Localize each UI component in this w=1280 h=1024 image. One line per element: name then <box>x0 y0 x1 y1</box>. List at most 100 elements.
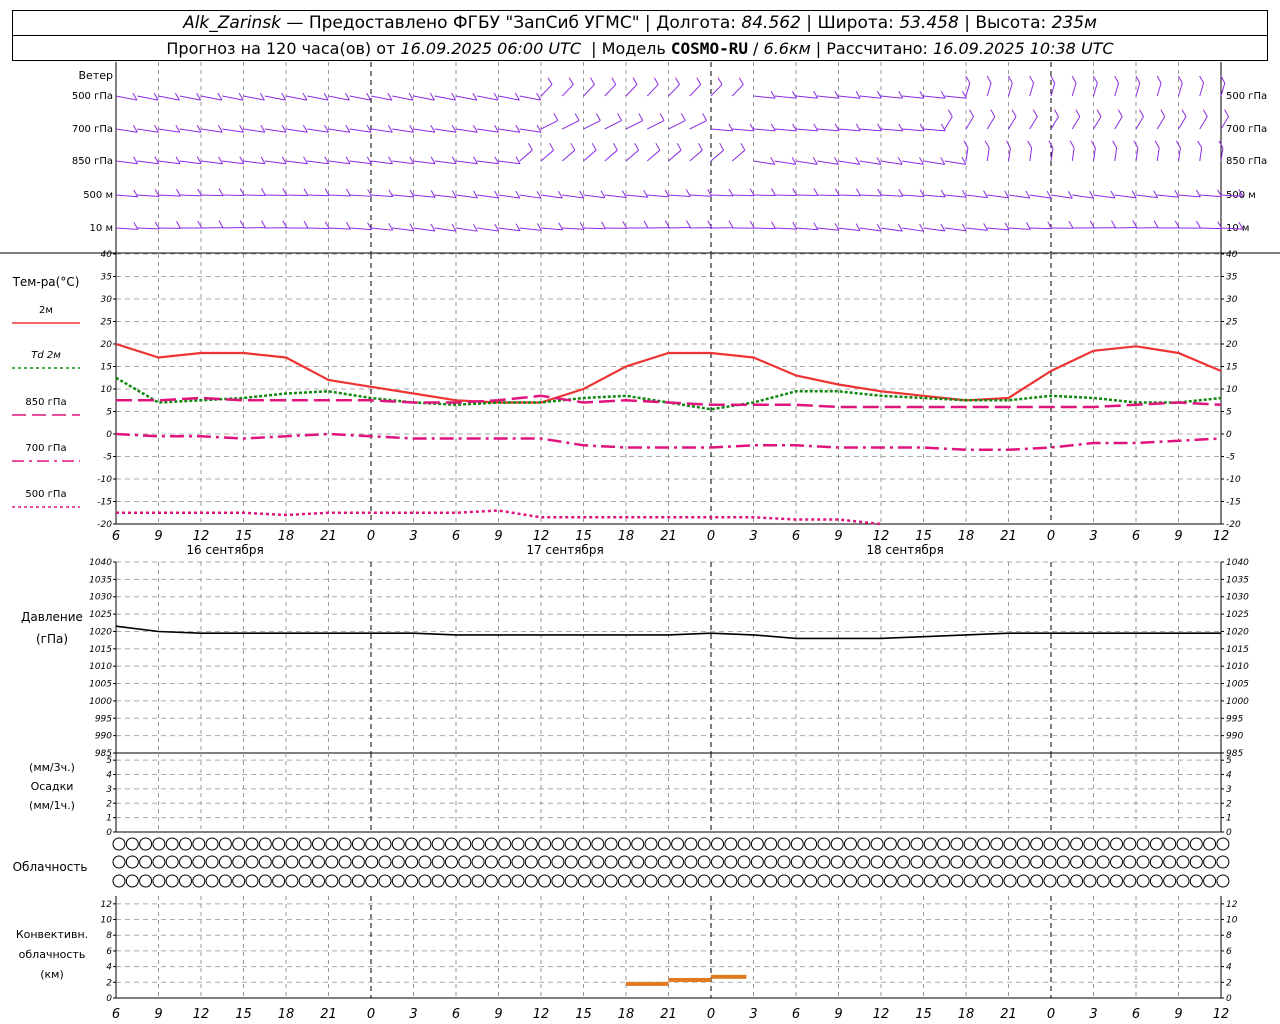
hour-tick-label: 0 <box>707 529 715 544</box>
wind-barb <box>392 227 414 232</box>
wind-barb <box>349 160 372 165</box>
wind-barb <box>965 194 988 199</box>
cloud-cover-symbol <box>750 855 764 869</box>
cloud-cover-symbol <box>1203 855 1217 869</box>
precip-tick-label-left: 3 <box>106 785 112 795</box>
wind-barb <box>1157 194 1179 198</box>
cloud-cover-symbol <box>564 874 578 888</box>
cloud-cover-symbol <box>524 855 538 869</box>
cloud-cover-symbol <box>777 874 791 888</box>
wind-barb <box>1093 194 1115 199</box>
hour-tick-label-bottom: 21 <box>320 1007 337 1022</box>
wind-barb <box>561 149 576 162</box>
wind-barb <box>944 95 967 99</box>
wind-barb <box>243 128 265 133</box>
wind-barb <box>753 194 776 197</box>
cloud-cover-symbol <box>1176 855 1190 869</box>
cloud-cover-symbol <box>684 874 698 888</box>
wind-barb-feather <box>1154 140 1160 149</box>
cloud-cover-symbol <box>484 837 498 851</box>
cloud-cover-symbol <box>1016 855 1030 869</box>
wind-barb-feather <box>1139 109 1144 117</box>
wind-barb <box>519 95 541 101</box>
wind-barb-feather <box>1224 109 1229 117</box>
conv-title-bottom: (км) <box>40 968 64 981</box>
cloud-cover-symbol <box>870 855 884 869</box>
cloud-cover-symbol <box>1030 855 1044 869</box>
wind-barb-feather <box>570 142 576 151</box>
hour-tick-label-bottom: 12 <box>193 1007 210 1022</box>
cloud-cover-symbol <box>737 874 751 888</box>
wind-barb <box>902 128 925 132</box>
cloud-cover-symbol <box>604 874 618 888</box>
wind-barb <box>455 95 478 101</box>
cloud-cover-symbol <box>1070 855 1084 869</box>
wind-barb <box>264 128 287 133</box>
temp-tick-label-left: 15 <box>101 363 113 373</box>
cloud-cover-symbol <box>245 855 259 869</box>
wind-barb-feather <box>302 124 308 133</box>
wind-barb <box>647 194 670 198</box>
wind-barb <box>137 160 159 165</box>
cloud-cover-symbol <box>711 874 724 888</box>
wind-barb <box>859 227 882 232</box>
cloud-cover-symbol <box>1110 874 1123 888</box>
hour-tick-label: 9 <box>154 529 162 544</box>
cloud-cover-symbol <box>1123 837 1137 851</box>
wind-barb <box>986 147 990 162</box>
wind-barb-feather <box>1175 140 1181 149</box>
cloud-cover-symbol <box>897 855 911 869</box>
cloud-cover-symbol <box>937 837 951 851</box>
precip-tick-label-left: 2 <box>106 799 112 809</box>
cloud-cover-symbol <box>245 837 259 851</box>
cloud-cover-symbol <box>298 855 312 869</box>
wind-barb <box>1156 116 1166 130</box>
cloud-cover-symbol <box>125 855 139 869</box>
hour-tick-label: 9 <box>494 529 502 544</box>
wind-barb-feather <box>855 123 861 132</box>
wind-barb <box>838 95 861 99</box>
cloud-cover-symbol <box>1123 855 1137 869</box>
hour-tick-label-bottom: 3 <box>409 1007 417 1022</box>
wind-barb <box>1071 116 1081 130</box>
cloud-cover-symbol <box>498 855 512 869</box>
hour-tick-label-bottom: 21 <box>1000 1007 1017 1022</box>
cloud-cover-symbol <box>804 874 818 888</box>
cloud-cover-symbol <box>165 874 179 888</box>
wind-barb-feather <box>536 124 542 133</box>
wind-barb <box>455 160 478 165</box>
conv-cloud-bar <box>668 977 711 982</box>
wind-barb <box>1199 147 1203 162</box>
cloud-cover-symbol <box>112 855 126 869</box>
cloud-cover-symbol <box>977 855 990 869</box>
wind-barb <box>1029 147 1033 162</box>
cloud-cover-symbol <box>431 855 445 869</box>
wind-barb-feather <box>983 190 989 198</box>
wind-barb <box>349 227 372 231</box>
wind-barb <box>115 194 138 198</box>
wind-barb <box>540 84 553 97</box>
cloud-cover-symbol <box>671 874 685 888</box>
cloud-cover-symbol <box>232 874 246 888</box>
cloud-cover-symbol <box>724 837 738 851</box>
wind-barb-feather <box>515 223 521 232</box>
wind-barb-feather <box>494 124 500 133</box>
cloud-cover-symbol <box>139 855 153 869</box>
cloud-cover-symbol <box>1096 855 1110 869</box>
wind-barb <box>710 149 724 162</box>
wind-barb <box>795 160 818 165</box>
hour-tick-label-bottom: 6 <box>452 1007 460 1022</box>
cloud-cover-symbol <box>1016 874 1030 888</box>
temp-tick-label-right: 20 <box>1226 340 1238 350</box>
wind-barb <box>625 149 639 162</box>
hour-tick-label-bottom: 9 <box>834 1007 842 1022</box>
wind-barb-feather <box>239 124 245 133</box>
cloud-cover-symbol <box>870 874 884 888</box>
wind-barb-feather <box>680 113 686 121</box>
wind-barb <box>328 194 351 197</box>
wind-barb-feather <box>855 223 861 231</box>
cloud-cover-symbol <box>471 837 485 851</box>
wind-barb <box>859 194 882 197</box>
cloud-cover-symbol <box>418 874 432 888</box>
cloud-cover-symbol <box>697 837 711 851</box>
